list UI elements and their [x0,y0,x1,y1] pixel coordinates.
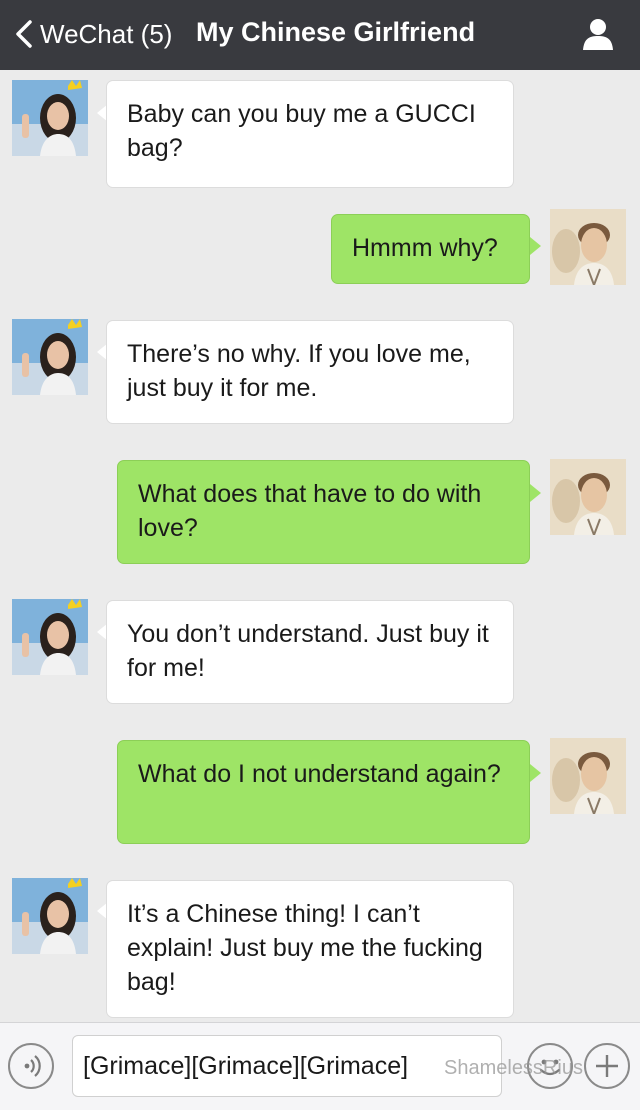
more-button[interactable] [584,1043,630,1089]
message-bubble-incoming[interactable]: You don’t understand. Just buy it for me… [106,600,514,704]
chat-title: My Chinese Girlfriend [196,17,476,47]
nav-bar: WeChat (5) My Chinese Girlfriend [0,0,640,70]
watermark: ShamelessRius [444,1057,583,1079]
message-bubble-outgoing[interactable]: Hmmm why? [331,214,530,284]
plus-icon [596,1055,618,1077]
avatar-girlfriend-image [12,599,88,675]
message-bubble-incoming[interactable]: Baby can you buy me a GUCCI bag? [106,80,514,188]
avatar-girlfriend-image [12,878,88,954]
avatar-me[interactable] [550,209,626,285]
bubble-tail [530,237,541,255]
avatar-girlfriend[interactable] [12,878,88,954]
profile-button[interactable] [578,14,618,54]
avatar-girlfriend[interactable] [12,319,88,395]
avatar-me[interactable] [550,738,626,814]
back-label: WeChat (5) [40,18,173,49]
avatar-girlfriend-image [12,80,88,156]
input-bar: [Grimace][Grimace][Grimace] ShamelessRiu… [0,1022,640,1110]
avatar-me-image [550,459,626,535]
message-bubble-outgoing[interactable]: What do I not understand again? [117,740,530,844]
message-bubble-incoming[interactable]: It’s a Chinese thing! I can’t explain! J… [106,880,514,1018]
chat-area[interactable]: Baby can you buy me a GUCCI bag? Hmmm wh… [0,70,640,1022]
bubble-tail [530,764,541,782]
avatar-girlfriend[interactable] [12,599,88,675]
avatar-me[interactable] [550,459,626,535]
voice-button[interactable] [8,1043,54,1089]
avatar-me-image [550,209,626,285]
message-input[interactable]: [Grimace][Grimace][Grimace] [72,1035,502,1097]
voice-icon [24,1055,41,1077]
message-bubble-incoming[interactable]: There’s no why. If you love me, just buy… [106,320,514,424]
person-icon [583,19,613,50]
avatar-girlfriend-image [12,319,88,395]
avatar-girlfriend[interactable] [12,80,88,156]
bubble-tail [530,484,541,502]
avatar-me-image [550,738,626,814]
back-button[interactable]: WeChat (5) [14,14,172,54]
message-bubble-outgoing[interactable]: What does that have to do with love? [117,460,530,564]
chevron-left-icon [16,20,32,48]
